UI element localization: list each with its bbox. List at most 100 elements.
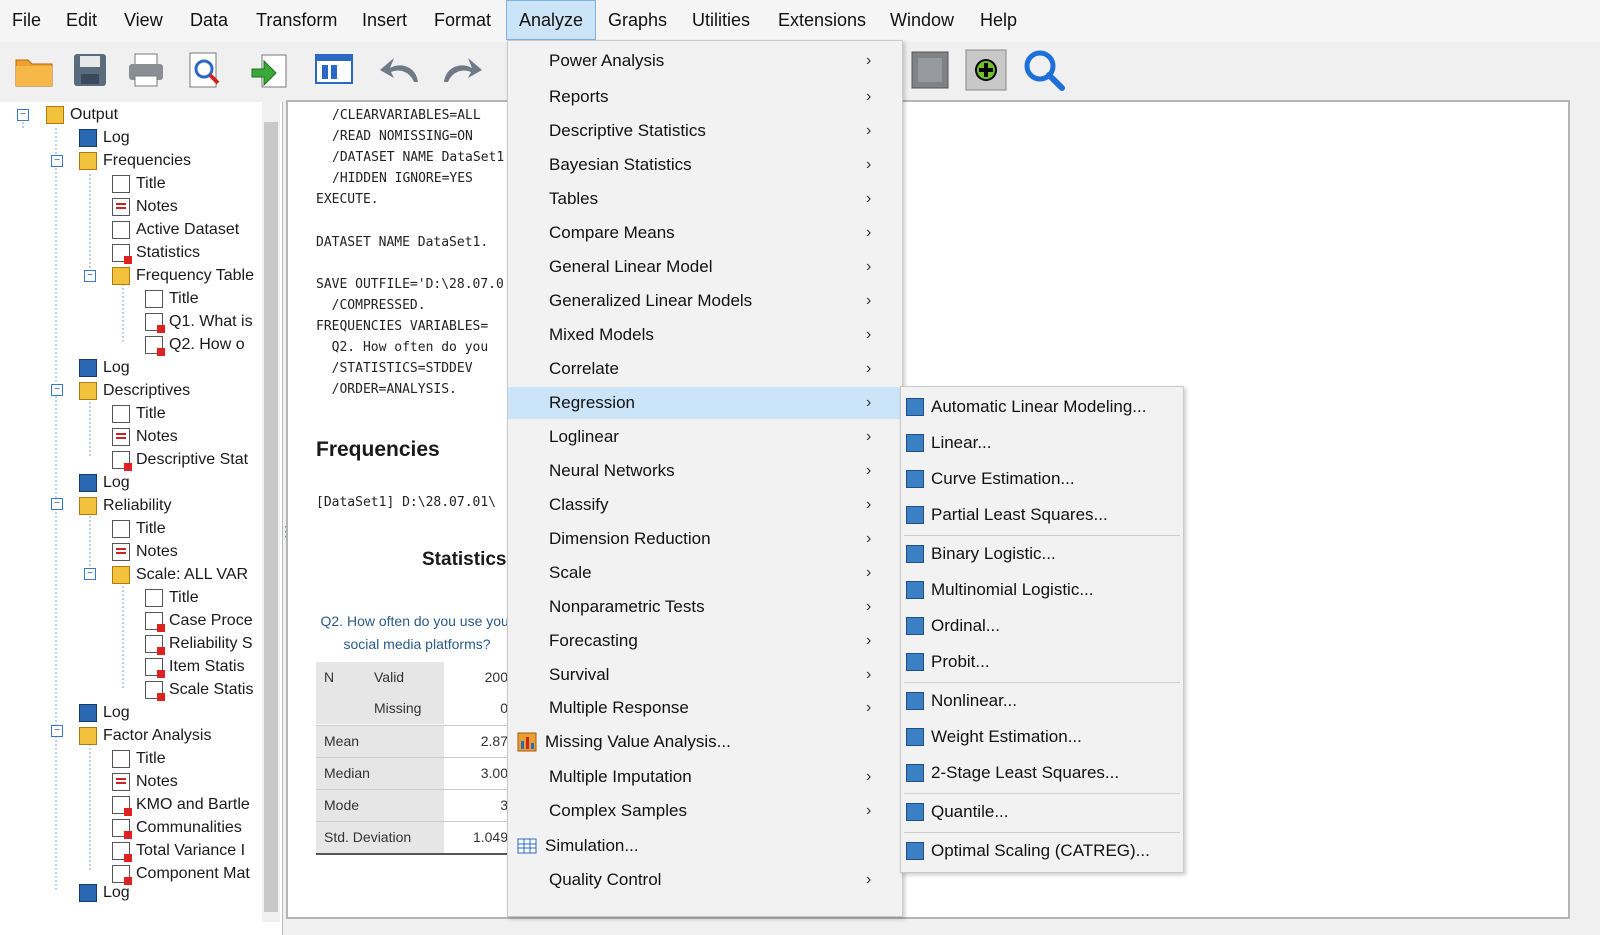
submenu-item-curve-estimation[interactable]: Curve Estimation... [901,463,1183,495]
submenu-item-nonlinear[interactable]: Nonlinear... [901,685,1183,717]
menu-item-loglinear[interactable]: Loglinear › [508,421,902,453]
collapse-frequency-table-button[interactable]: − [84,270,96,282]
tree-item-reliability[interactable]: Reliability [79,494,171,517]
tree-item-title[interactable]: Title [112,747,166,770]
menu-data[interactable]: Data [178,0,240,40]
menu-item-general-linear-model[interactable]: General Linear Model › [508,251,902,283]
submenu-item-weight-estimation[interactable]: Weight Estimation... [901,721,1183,753]
add-output-icon[interactable] [962,46,1010,94]
submenu-item-ordinal[interactable]: Ordinal... [901,610,1183,642]
collapse-descriptives-button[interactable]: − [51,384,63,396]
menu-item-regression[interactable]: Regression › [508,387,902,419]
tree-item-frequencies[interactable]: Frequencies [79,149,191,172]
collapse-output-button[interactable]: − [17,109,29,121]
tree-item-q1[interactable]: Q1. What is [145,310,253,333]
submenu-item-automatic-linear-modeling[interactable]: Automatic Linear Modeling... [901,391,1183,423]
tree-item-title[interactable]: Title [112,172,166,195]
submenu-item-probit[interactable]: Probit... [901,646,1183,678]
menu-item-power-analysis[interactable]: Power Analysis › [508,45,902,77]
tree-item-reliability-stats[interactable]: Reliability S [145,632,253,655]
print-icon[interactable] [122,46,170,94]
menu-format[interactable]: Format [422,0,503,40]
tree-item-title[interactable]: Title [145,287,199,310]
tree-item-log[interactable]: Log [79,471,130,494]
menu-utilities[interactable]: Utilities [680,0,762,40]
menu-item-dimension-reduction[interactable]: Dimension Reduction › [508,523,902,555]
tree-item-log[interactable]: Log [79,356,130,379]
submenu-item-linear[interactable]: Linear... [901,427,1183,459]
submenu-item-optimal-scaling[interactable]: Optimal Scaling (CATREG)... [901,835,1183,867]
designate-window-icon[interactable] [906,46,954,94]
submenu-item-2-stage-least-squares[interactable]: 2-Stage Least Squares... [901,757,1183,789]
menu-view[interactable]: View [112,0,175,40]
menu-item-complex-samples[interactable]: Complex Samples › [508,795,902,827]
redo-icon[interactable] [438,46,486,94]
tree-item-descriptives[interactable]: Descriptives [79,379,190,402]
submenu-item-partial-least-squares[interactable]: Partial Least Squares... [901,499,1183,531]
menu-item-multiple-imputation[interactable]: Multiple Imputation › [508,761,902,793]
tree-item-output[interactable]: Output [46,103,118,126]
menu-item-survival[interactable]: Survival › [508,659,902,691]
tree-item-active-dataset[interactable]: Active Dataset [112,218,239,241]
undo-icon[interactable] [376,46,424,94]
scrollbar-thumb[interactable] [264,122,278,912]
pane-splitter[interactable]: ⋮ [279,524,293,546]
tree-item-notes[interactable]: Notes [112,425,178,448]
collapse-factor-analysis-button[interactable]: − [51,725,63,737]
menu-item-classify[interactable]: Classify › [508,489,902,521]
menu-edit[interactable]: Edit [54,0,109,40]
tree-item-q2[interactable]: Q2. How o [145,333,245,356]
tree-item-title[interactable]: Title [112,517,166,540]
menu-item-correlate[interactable]: Correlate › [508,353,902,385]
collapse-reliability-button[interactable]: − [51,498,63,510]
menu-item-multiple-response[interactable]: Multiple Response › [508,692,902,724]
menu-item-descriptive-statistics[interactable]: Descriptive Statistics › [508,115,902,147]
menu-item-missing-value-analysis[interactable]: Missing Value Analysis... [508,726,902,758]
menu-item-compare-means[interactable]: Compare Means › [508,217,902,249]
open-folder-icon[interactable] [10,46,58,94]
tree-item-component-matrix[interactable]: Component Mat [112,862,250,885]
tree-item-title[interactable]: Title [112,402,166,425]
tree-item-descriptive-stats[interactable]: Descriptive Stat [112,448,248,471]
menu-analyze[interactable]: Analyze [506,0,597,40]
tree-item-scale[interactable]: Scale: ALL VAR [112,563,248,586]
menu-item-tables[interactable]: Tables › [508,183,902,215]
tree-item-item-stats[interactable]: Item Statis [145,655,245,678]
tree-item-title[interactable]: Title [145,586,199,609]
menu-graphs[interactable]: Graphs [596,0,679,40]
menu-item-quality-control[interactable]: Quality Control › [508,864,902,896]
tree-item-communalities[interactable]: Communalities [112,816,242,839]
submenu-item-binary-logistic[interactable]: Binary Logistic... [901,538,1183,570]
tree-item-log[interactable]: Log [79,701,130,724]
menu-item-neural-networks[interactable]: Neural Networks › [508,455,902,487]
tree-item-notes[interactable]: Notes [112,770,178,793]
tree-item-statistics[interactable]: Statistics [112,241,200,264]
tree-item-kmo[interactable]: KMO and Bartle [112,793,250,816]
submenu-item-quantile[interactable]: Quantile... [901,796,1183,828]
menu-item-reports[interactable]: Reports › [508,81,902,113]
menu-item-bayesian-statistics[interactable]: Bayesian Statistics › [508,149,902,181]
tree-item-log[interactable]: Log [79,126,130,149]
tree-item-scale-stats[interactable]: Scale Statis [145,678,253,701]
tree-item-case-processing[interactable]: Case Proce [145,609,253,632]
menu-file[interactable]: File [0,0,53,40]
menu-item-mixed-models[interactable]: Mixed Models › [508,319,902,351]
tree-item-notes[interactable]: Notes [112,195,178,218]
menu-item-forecasting[interactable]: Forecasting › [508,625,902,657]
tree-scrollbar[interactable] [262,102,280,922]
tree-item-total-variance[interactable]: Total Variance I [112,839,245,862]
save-icon[interactable] [66,46,114,94]
menu-window[interactable]: Window [878,0,966,40]
menu-insert[interactable]: Insert [350,0,419,40]
menu-item-generalized-linear-models[interactable]: Generalized Linear Models › [508,285,902,317]
menu-transform[interactable]: Transform [244,0,349,40]
menu-item-simulation[interactable]: Simulation... [508,830,902,862]
tree-item-factor-analysis[interactable]: Factor Analysis [79,724,211,747]
print-preview-icon[interactable] [180,46,228,94]
recall-dialog-icon[interactable] [310,46,358,94]
submenu-item-multinomial-logistic[interactable]: Multinomial Logistic... [901,574,1183,606]
collapse-scale-button[interactable]: − [84,568,96,580]
menu-item-nonparametric-tests[interactable]: Nonparametric Tests › [508,591,902,623]
tree-item-log[interactable]: Log [79,881,130,904]
export-icon[interactable] [246,46,294,94]
